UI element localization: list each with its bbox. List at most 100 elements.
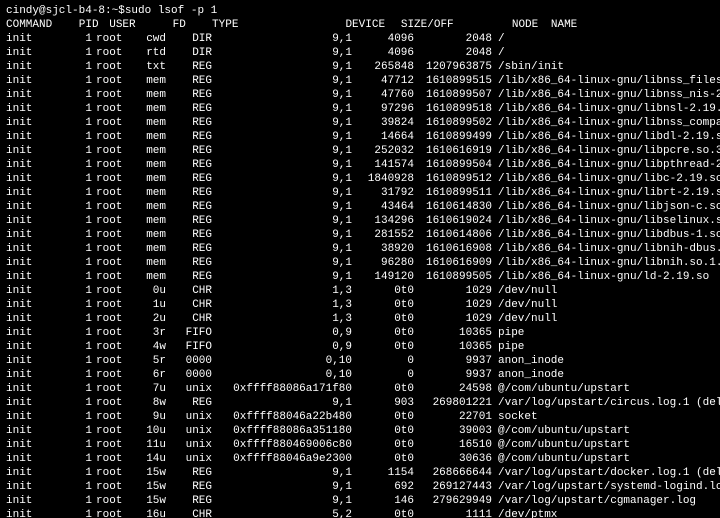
cell-node: 1610899511 <box>414 186 492 200</box>
cell-type: REG <box>166 144 212 158</box>
cell-command: init <box>6 396 64 410</box>
cell-size: 0t0 <box>352 298 414 312</box>
cell-fd: mem <box>132 214 166 228</box>
table-row: init1rootmemREG9,11342961610619024/lib/x… <box>6 214 714 228</box>
cell-name: /lib/x86_64-linux-gnu/libnss_nis-2.19.so <box>492 88 720 102</box>
cell-node: 1610899507 <box>414 88 492 102</box>
terminal[interactable]: cindy@sjcl-b4-8:~$ sudo lsof -p 1 COMMAN… <box>0 0 720 518</box>
cell-type: REG <box>166 242 212 256</box>
cell-user: root <box>92 452 132 466</box>
cell-size: 96280 <box>352 256 414 270</box>
table-row: init1rootmemREG9,1477601610899507/lib/x8… <box>6 88 714 102</box>
cell-name: /lib/x86_64-linux-gnu/libnss_compat-2.19… <box>492 116 720 130</box>
cell-fd: 7u <box>132 382 166 396</box>
cell-node: 1610616919 <box>414 144 492 158</box>
table-row: init1root9uunix0xffff88046a22b4800t02270… <box>6 410 714 424</box>
cell-pid: 1 <box>64 480 92 494</box>
cell-type: REG <box>166 214 212 228</box>
cell-fd: 11u <box>132 438 166 452</box>
cell-size: 0t0 <box>352 326 414 340</box>
cell-size: 97296 <box>352 102 414 116</box>
cell-type: unix <box>166 424 212 438</box>
cell-type: CHR <box>166 298 212 312</box>
cell-pid: 1 <box>64 256 92 270</box>
cell-command: init <box>6 382 64 396</box>
cell-name: / <box>492 32 505 46</box>
cell-node: 9937 <box>414 354 492 368</box>
cell-fd: mem <box>132 186 166 200</box>
cell-fd: 8w <box>132 396 166 410</box>
cell-pid: 1 <box>64 452 92 466</box>
cell-command: init <box>6 130 64 144</box>
cell-size: 0t0 <box>352 438 414 452</box>
cell-command: init <box>6 466 64 480</box>
cell-command: init <box>6 368 64 382</box>
cell-type: unix <box>166 452 212 466</box>
hdr-node: NODE <box>460 18 538 32</box>
cell-node: 9937 <box>414 368 492 382</box>
table-row: init1rootmemREG9,1962801610616909/lib/x8… <box>6 256 714 270</box>
cell-node: 1610616908 <box>414 242 492 256</box>
cell-node: 2048 <box>414 46 492 60</box>
cell-device: 9,1 <box>212 102 352 116</box>
cell-pid: 1 <box>64 200 92 214</box>
cell-type: REG <box>166 158 212 172</box>
cell-node: 1610616909 <box>414 256 492 270</box>
cell-device: 9,1 <box>212 494 352 508</box>
cell-node: 268666644 <box>414 466 492 480</box>
cell-pid: 1 <box>64 46 92 60</box>
table-row: init1root1uCHR1,30t01029/dev/null <box>6 298 714 312</box>
cell-size: 146 <box>352 494 414 508</box>
cell-user: root <box>92 508 132 518</box>
cell-pid: 1 <box>64 354 92 368</box>
cell-user: root <box>92 298 132 312</box>
cell-size: 134296 <box>352 214 414 228</box>
cell-user: root <box>92 186 132 200</box>
cell-pid: 1 <box>64 214 92 228</box>
cell-user: root <box>92 214 132 228</box>
cell-size: 0t0 <box>352 410 414 424</box>
hdr-command: COMMAND <box>6 18 64 32</box>
table-row: init1root14uunix0xffff88046a9e23000t0306… <box>6 452 714 466</box>
cell-user: root <box>92 200 132 214</box>
cell-name: /lib/x86_64-linux-gnu/libnih.so.1.0.0 <box>492 256 720 270</box>
cell-size: 265848 <box>352 60 414 74</box>
cell-device: 9,1 <box>212 396 352 410</box>
cell-name: /var/log/upstart/systemd-logind.log.1 (d… <box>492 480 720 494</box>
cell-device: 9,1 <box>212 130 352 144</box>
cell-size: 1154 <box>352 466 414 480</box>
cell-node: 269801221 <box>414 396 492 410</box>
cell-fd: 15w <box>132 466 166 480</box>
cell-size: 903 <box>352 396 414 410</box>
cell-size: 39824 <box>352 116 414 130</box>
cell-node: 1029 <box>414 284 492 298</box>
table-body: init1rootcwdDIR9,140962048/init1rootrtdD… <box>6 32 714 518</box>
cell-node: 24598 <box>414 382 492 396</box>
cell-fd: mem <box>132 242 166 256</box>
cell-node: 1029 <box>414 312 492 326</box>
cell-name: /lib/x86_64-linux-gnu/libnsl-2.19.so <box>492 102 720 116</box>
cell-device: 0xffff880469006c80 <box>212 438 352 452</box>
cell-size: 281552 <box>352 228 414 242</box>
cell-pid: 1 <box>64 438 92 452</box>
cell-command: init <box>6 74 64 88</box>
cell-device: 0,9 <box>212 340 352 354</box>
cell-device: 0xffff88046a22b480 <box>212 410 352 424</box>
cell-type: REG <box>166 396 212 410</box>
cell-fd: mem <box>132 256 166 270</box>
cell-name: /lib/x86_64-linux-gnu/libdl-2.19.so <box>492 130 720 144</box>
cell-device: 0,10 <box>212 354 352 368</box>
cell-device: 5,2 <box>212 508 352 518</box>
cell-size: 47712 <box>352 74 414 88</box>
cell-fd: mem <box>132 172 166 186</box>
cell-pid: 1 <box>64 494 92 508</box>
cell-name: @/com/ubuntu/upstart <box>492 424 630 438</box>
cell-pid: 1 <box>64 88 92 102</box>
cell-command: init <box>6 200 64 214</box>
cell-device: 9,1 <box>212 74 352 88</box>
cell-device: 9,1 <box>212 158 352 172</box>
cell-fd: mem <box>132 116 166 130</box>
cell-size: 0t0 <box>352 508 414 518</box>
table-row: init1root15wREG9,1692269127443/var/log/u… <box>6 480 714 494</box>
cell-fd: 15w <box>132 480 166 494</box>
